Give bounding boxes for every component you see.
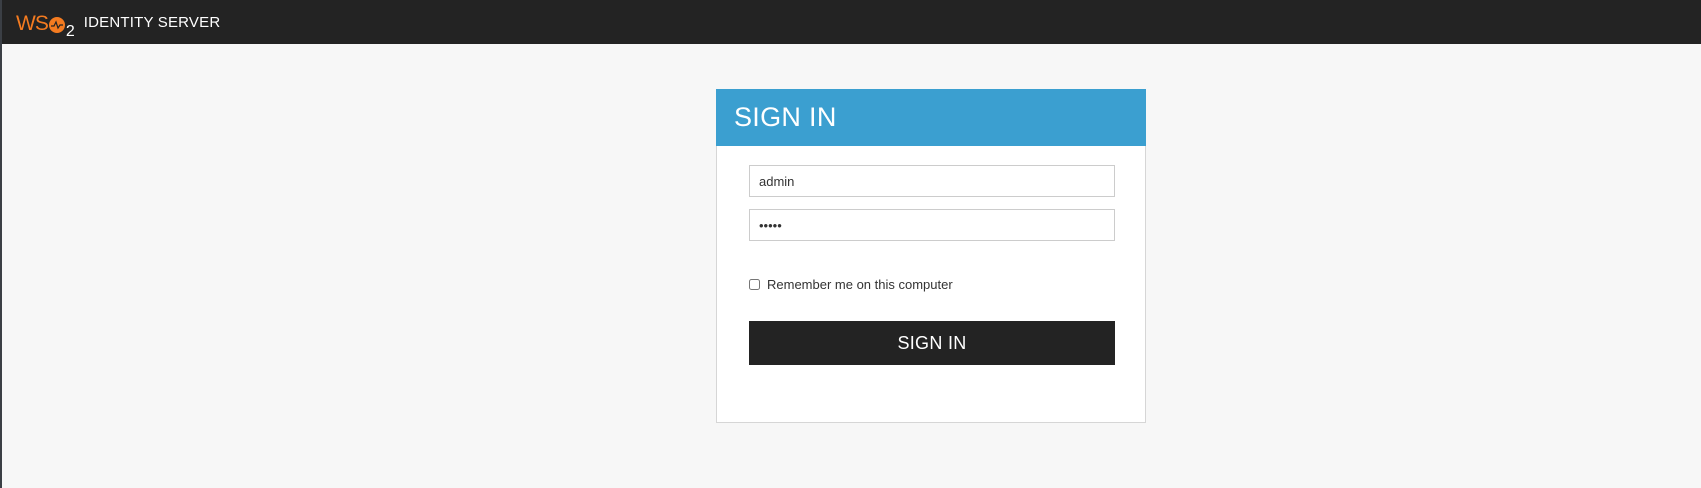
login-title: SIGN IN	[734, 102, 837, 132]
login-card-header: SIGN IN	[716, 89, 1146, 146]
remember-me-checkbox[interactable]	[749, 279, 760, 290]
logo-letters: WS	[16, 12, 49, 35]
top-bar: WS 2 IDENTITY SERVER	[2, 0, 1701, 44]
username-field[interactable]	[749, 165, 1115, 197]
logo-circle-icon	[48, 17, 65, 33]
remember-me-option[interactable]: Remember me on this computer	[749, 277, 953, 292]
login-card: SIGN IN Remember me on this computer SIG…	[716, 89, 1146, 423]
logo-subscript: 2	[65, 23, 75, 40]
password-field[interactable]	[749, 209, 1115, 241]
sign-in-button[interactable]: SIGN IN	[749, 321, 1115, 365]
product-name: IDENTITY SERVER	[83, 13, 221, 31]
wso2-logo: WS 2	[16, 7, 75, 40]
remember-me-label: Remember me on this computer	[767, 277, 953, 292]
